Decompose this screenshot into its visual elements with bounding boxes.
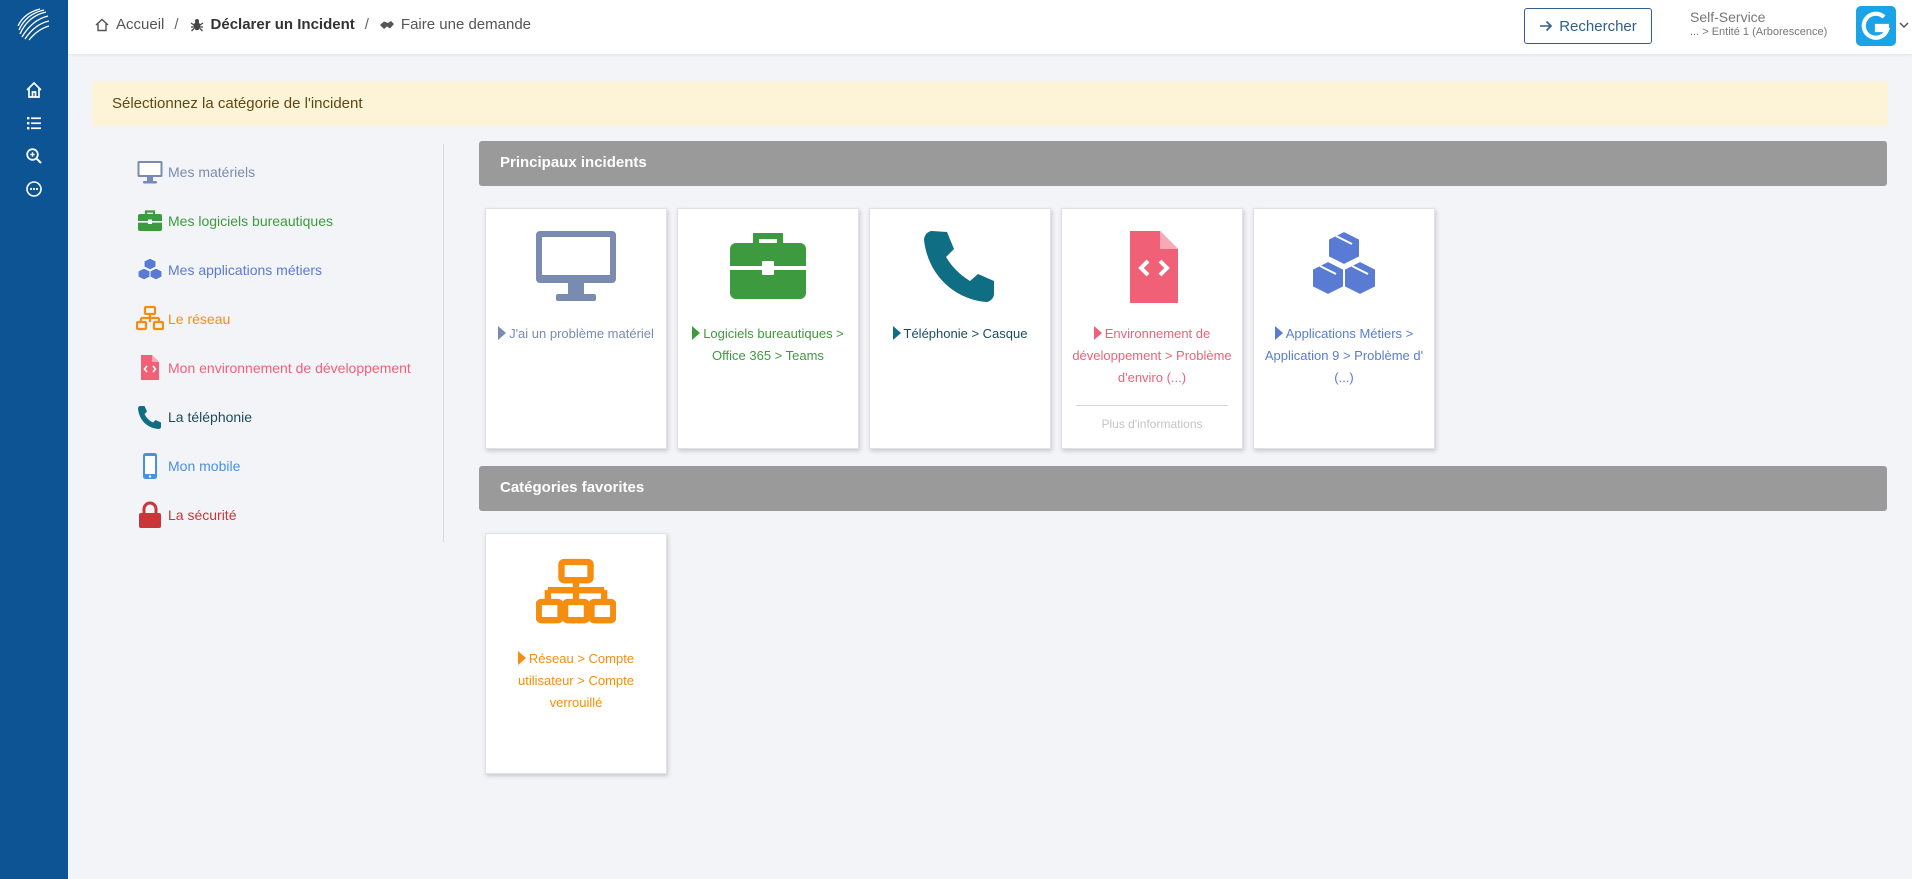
more-nav-icon[interactable]	[24, 179, 44, 199]
category-label: Mes logiciels bureautiques	[168, 213, 333, 229]
arrow-right-icon	[1540, 20, 1553, 32]
category-item-telephonie[interactable]: La téléphonie	[136, 403, 252, 431]
caret-right-icon	[1093, 326, 1102, 340]
file-code-icon	[141, 355, 159, 380]
monitor-icon	[536, 231, 616, 301]
handshake-icon	[379, 20, 394, 29]
profile-name: Self-Service	[1690, 9, 1766, 25]
breadcrumb-request-label: Faire une demande	[400, 16, 532, 33]
category-item-securite[interactable]: La sécurité	[136, 501, 236, 529]
tile-label: Environnement de développement > Problèm…	[1072, 326, 1232, 385]
search-nav-icon[interactable]	[24, 146, 44, 166]
profile-entity: ... > Entité 1 (Arborescence)	[1690, 26, 1828, 38]
caret-right-icon	[892, 326, 901, 340]
left-rail	[0, 0, 68, 879]
incident-tile-applications-metiers[interactable]: Applications Métiers > Application 9 > P…	[1253, 208, 1435, 449]
home-icon	[95, 18, 109, 31]
avatar[interactable]	[1856, 6, 1896, 46]
search-button[interactable]: Rechercher	[1524, 8, 1652, 44]
top-bar: Accueil / Déclarer un Incident / Faire u…	[68, 0, 1912, 54]
category-label: Mes matériels	[168, 164, 256, 180]
caret-right-icon	[498, 326, 507, 340]
profile-info[interactable]: Self-Service ... > Entité 1 (Arborescenc…	[1690, 9, 1827, 38]
home-nav-icon[interactable]	[24, 80, 44, 100]
bug-icon	[190, 18, 203, 31]
breadcrumb-make-request[interactable]: Faire une demande	[379, 16, 531, 33]
divider	[443, 144, 444, 542]
section-main-incidents: Principaux incidents	[479, 141, 1887, 186]
tile-label: Applications Métiers > Application 9 > P…	[1264, 326, 1424, 385]
breadcrumb-home[interactable]: Accueil	[94, 16, 164, 33]
breadcrumb-home-label: Accueil	[116, 16, 165, 33]
instruction-banner: Sélectionnez la catégorie de l'incident	[92, 81, 1888, 126]
caret-right-icon	[692, 326, 701, 340]
category-label: Le réseau	[168, 311, 231, 327]
incident-tile-telephonie-casque[interactable]: Téléphonie > Casque	[869, 208, 1051, 449]
breadcrumb-separator: /	[174, 16, 179, 33]
chevron-down-icon[interactable]	[1898, 19, 1910, 31]
tile-label: Réseau > Compte utilisateur > Compte ver…	[517, 651, 635, 710]
category-label: Mes applications métiers	[168, 262, 323, 278]
network-icon	[536, 558, 616, 624]
phone-icon	[138, 406, 161, 429]
incident-tile-office365-teams[interactable]: Logiciels bureautiques > Office 365 > Te…	[677, 208, 859, 449]
cubes-icon	[137, 257, 163, 281]
file-code-icon	[1130, 231, 1178, 303]
category-label: La sécurité	[168, 507, 237, 523]
mobile-icon	[143, 453, 157, 479]
incident-tile-materiel[interactable]: J'ai un problème matériel	[485, 208, 667, 449]
favorite-tile-reseau[interactable]: Réseau > Compte utilisateur > Compte ver…	[485, 533, 667, 774]
category-item-reseau[interactable]: Le réseau	[136, 305, 230, 333]
section-favorite-categories: Catégories favorites	[479, 466, 1887, 511]
search-button-label: Rechercher	[1559, 17, 1637, 35]
category-label: Mon mobile	[168, 458, 241, 474]
briefcase-icon	[730, 233, 806, 299]
phone-icon	[924, 231, 994, 302]
category-label: Mon environnement de développement	[168, 360, 411, 376]
divider	[1076, 405, 1228, 406]
incident-tile-developpement[interactable]: Environnement de développement > Problèm…	[1061, 208, 1243, 449]
monitor-icon	[137, 161, 163, 184]
breadcrumb: Accueil / Déclarer un Incident / Faire u…	[94, 16, 531, 33]
list-nav-icon[interactable]	[24, 113, 44, 133]
breadcrumb-incident-label: Déclarer un Incident	[210, 16, 355, 33]
category-item-developpement[interactable]: Mon environnement de développement	[136, 354, 411, 382]
breadcrumb-separator: /	[364, 16, 369, 33]
category-item-logiciels[interactable]: Mes logiciels bureautiques	[136, 207, 333, 235]
caret-right-icon	[517, 651, 526, 665]
caret-right-icon	[1274, 326, 1283, 340]
category-item-mobile[interactable]: Mon mobile	[136, 452, 240, 480]
tile-label: Logiciels bureautiques > Office 365 > Te…	[688, 323, 848, 367]
category-label: La téléphonie	[168, 409, 253, 425]
network-icon	[136, 305, 164, 331]
cubes-icon	[1311, 231, 1377, 297]
tile-label: J'ai un problème matériel	[496, 323, 656, 345]
breadcrumb-declare-incident[interactable]: Déclarer un Incident	[189, 16, 355, 33]
tile-label: Téléphonie > Casque	[880, 323, 1040, 345]
category-item-materiels[interactable]: Mes matériels	[136, 158, 255, 186]
category-item-applications[interactable]: Mes applications métiers	[136, 256, 322, 284]
briefcase-icon	[138, 210, 162, 231]
app-logo[interactable]	[14, 6, 52, 44]
more-info-link[interactable]: Plus d'informations	[1062, 417, 1242, 431]
lock-icon	[139, 501, 161, 528]
